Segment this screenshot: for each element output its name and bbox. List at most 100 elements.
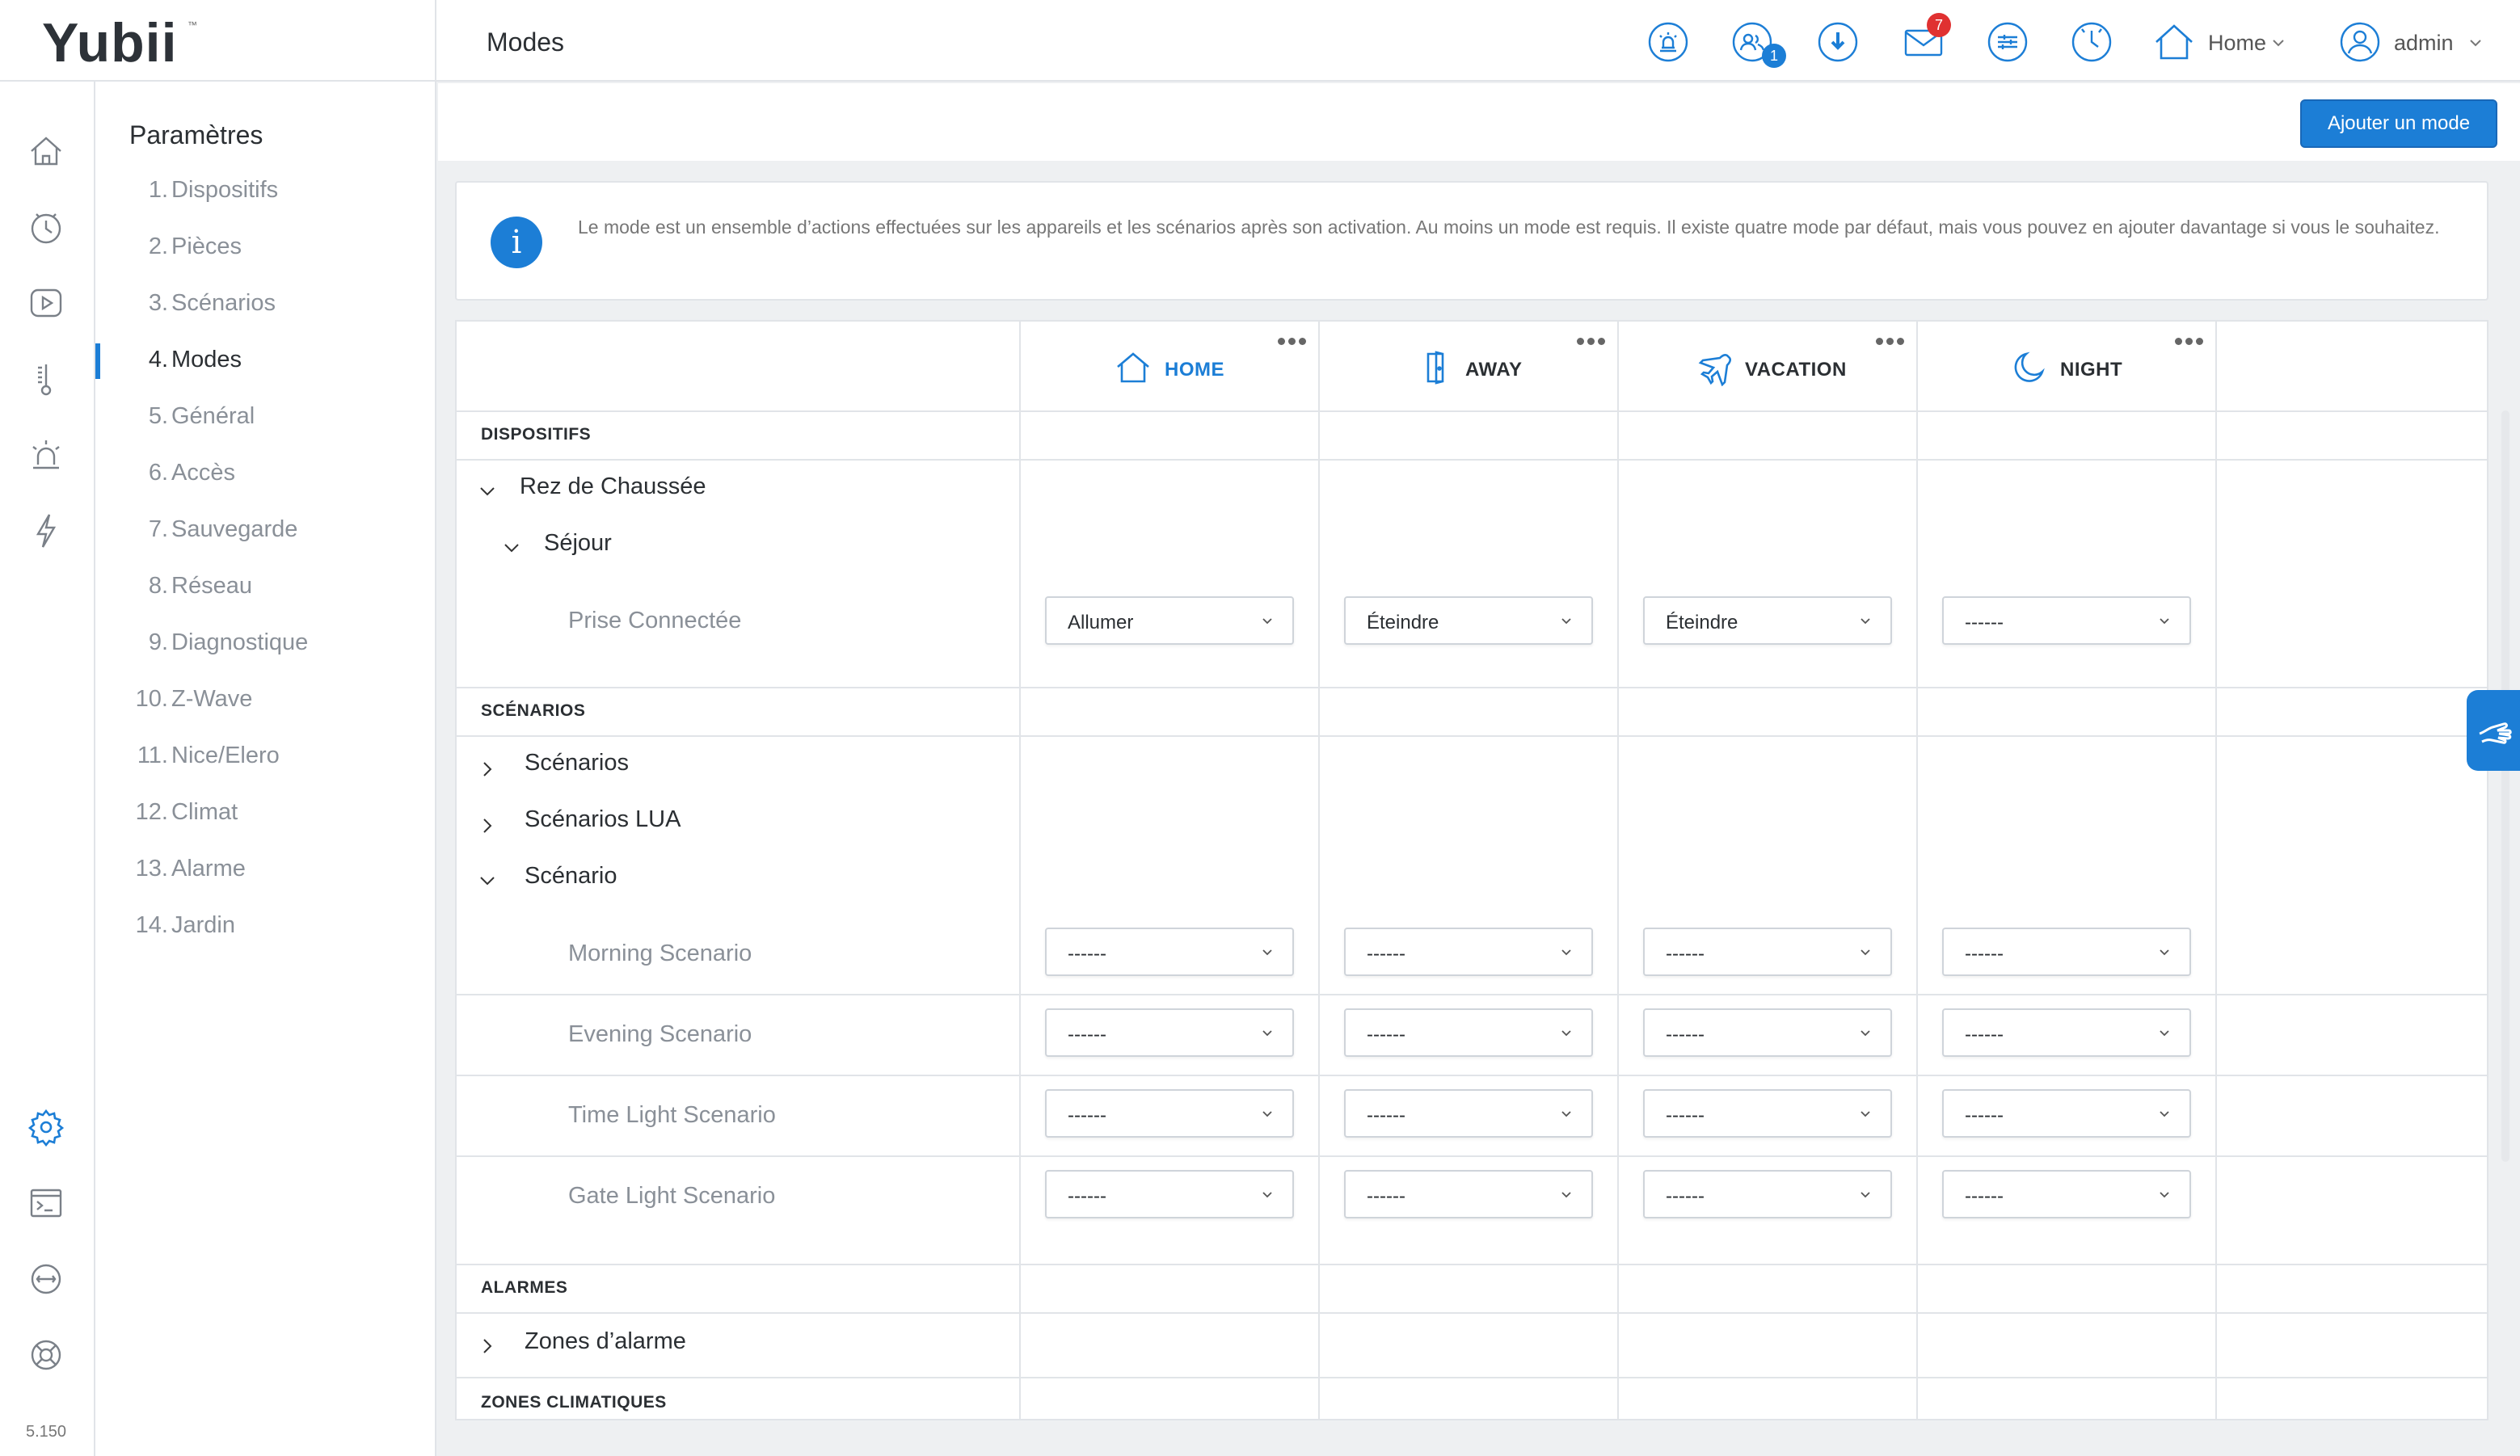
action-select[interactable]: ------ — [1942, 596, 2191, 645]
settings-item-diagnostique[interactable]: 9. Diagnostique — [95, 620, 435, 668]
mode-header-away[interactable]: AWAY — [1320, 338, 1619, 394]
chevron-right-icon[interactable] — [476, 758, 499, 781]
device-row-label: Prise Connectée — [568, 608, 742, 633]
scenario-select[interactable]: ------ — [1344, 928, 1593, 976]
action-select[interactable]: Éteindre — [1344, 596, 1593, 645]
thermometer-icon[interactable] — [27, 360, 65, 398]
scenes-icon[interactable] — [1987, 21, 2029, 63]
select-value: ------ — [1367, 943, 1405, 965]
room-row[interactable]: Séjour — [544, 530, 612, 557]
scenario-select[interactable]: ------ — [1643, 1170, 1892, 1218]
scenario-select[interactable]: ------ — [1942, 928, 2191, 976]
chevron-down-icon[interactable] — [500, 537, 523, 559]
scenario-select[interactable]: ------ — [1643, 1089, 1892, 1138]
item-number: 2. — [148, 234, 168, 259]
settings-item-sauvegarde[interactable]: 7. Sauvegarde — [95, 507, 435, 555]
scenario-select[interactable]: ------ — [1942, 1089, 2191, 1138]
settings-item-zwave[interactable]: 10. Z-Wave — [95, 676, 435, 725]
scenario-select[interactable]: ------ — [1045, 1008, 1294, 1057]
chevron-right-icon[interactable] — [476, 814, 499, 837]
settings-item-pieces[interactable]: 2. Pièces — [95, 224, 435, 272]
more-options-icon[interactable] — [2175, 335, 2210, 345]
select-value: ------ — [1068, 1024, 1106, 1046]
settings-item-acces[interactable]: 6. Accès — [95, 450, 435, 499]
more-options-icon[interactable] — [1876, 335, 1911, 345]
chevron-down-icon[interactable] — [476, 869, 499, 892]
scrollbar[interactable] — [2501, 410, 2509, 1162]
clock-icon[interactable] — [27, 208, 65, 246]
alarm-icon[interactable] — [1647, 21, 1689, 63]
mode-header-home[interactable]: HOME — [1021, 338, 1320, 394]
settings-item-jardin[interactable]: 14. Jardin — [95, 903, 435, 951]
chevron-down-icon[interactable] — [476, 480, 499, 503]
scenario-select[interactable]: ------ — [1045, 1170, 1294, 1218]
user-icon[interactable] — [2339, 21, 2381, 63]
assistant-tab[interactable] — [2467, 690, 2520, 771]
alarm-icon[interactable] — [27, 436, 65, 474]
item-number: 9. — [148, 629, 168, 655]
chevron-down-icon — [1262, 618, 1272, 625]
chevron-down-icon[interactable] — [2468, 36, 2483, 50]
settings-item-alarme[interactable]: 13. Alarme — [95, 846, 435, 894]
user-menu-label[interactable]: admin — [2394, 31, 2454, 56]
chevron-down-icon — [2160, 1030, 2169, 1037]
item-label: Jardin — [171, 912, 235, 938]
scenario-select[interactable]: ------ — [1643, 928, 1892, 976]
network-icon[interactable] — [27, 1260, 65, 1298]
section-scenarios: SCÉNARIOS — [481, 701, 586, 720]
settings-icon[interactable] — [27, 1108, 65, 1147]
scenario-group-row[interactable]: Scénario — [525, 863, 617, 890]
scenario-select[interactable]: ------ — [1942, 1008, 2191, 1057]
mode-header-night[interactable]: NIGHT — [1918, 338, 2217, 394]
row-divider — [457, 1155, 2487, 1157]
scenario-select[interactable]: ------ — [1344, 1008, 1593, 1057]
scenario-group-row[interactable]: Scénarios — [525, 750, 629, 776]
mail-icon[interactable]: 7 — [1903, 13, 1951, 63]
settings-item-nice-elero[interactable]: 11. Nice/Elero — [95, 733, 435, 781]
chevron-right-icon[interactable] — [476, 1335, 499, 1357]
scenario-select[interactable]: ------ — [1942, 1170, 2191, 1218]
settings-item-general[interactable]: 5. Général — [95, 393, 435, 442]
action-select[interactable]: Éteindre — [1643, 596, 1892, 645]
more-options-icon[interactable] — [1577, 335, 1612, 345]
support-icon[interactable] — [27, 1336, 65, 1374]
item-label: Diagnostique — [171, 629, 309, 655]
scenario-row-label: Gate Light Scenario — [568, 1183, 776, 1209]
floor-row[interactable]: Rez de Chaussée — [520, 473, 706, 500]
settings-item-modes[interactable]: 4. Modes — [95, 337, 435, 385]
scenario-select[interactable]: ------ — [1344, 1170, 1593, 1218]
select-value: ------ — [1965, 943, 2004, 965]
more-options-icon[interactable] — [1278, 335, 1313, 345]
scenario-select[interactable]: ------ — [1643, 1008, 1892, 1057]
alarm-zones-row[interactable]: Zones d’alarme — [525, 1328, 686, 1355]
item-number: 5. — [148, 403, 168, 429]
column-divider — [1318, 322, 1320, 1419]
settings-item-reseau[interactable]: 8. Réseau — [95, 563, 435, 612]
settings-item-dispositifs[interactable]: 1. Dispositifs — [95, 167, 435, 216]
scenario-select[interactable]: ------ — [1045, 928, 1294, 976]
home-icon[interactable] — [27, 132, 65, 170]
settings-item-climat[interactable]: 12. Climat — [95, 789, 435, 838]
select-value: ------ — [1367, 1024, 1405, 1046]
scenario-select[interactable]: ------ — [1045, 1089, 1294, 1138]
modes-table: HOME AWAY VACATION NIGHT DISPOSITIFS Rez… — [455, 320, 2488, 1420]
energy-icon[interactable] — [27, 511, 65, 550]
chevron-down-icon — [1561, 1192, 1571, 1198]
action-select[interactable]: Allumer — [1045, 596, 1294, 645]
settings-item-scenarios[interactable]: 3. Scénarios — [95, 280, 435, 329]
chevron-down-icon[interactable] — [2271, 36, 2286, 50]
home-selector-label[interactable]: Home — [2208, 31, 2266, 56]
item-label: Modes — [171, 347, 242, 372]
home-icon[interactable] — [2153, 21, 2195, 63]
clock-icon[interactable] — [2071, 21, 2113, 63]
users-icon[interactable]: 1 — [1731, 21, 1786, 68]
add-mode-button[interactable]: Ajouter un mode — [2300, 99, 2497, 148]
scenario-select[interactable]: ------ — [1344, 1089, 1593, 1138]
scenario-group-row[interactable]: Scénarios LUA — [525, 806, 681, 833]
terminal-icon[interactable] — [27, 1184, 65, 1222]
play-icon[interactable] — [27, 284, 65, 322]
mode-header-vacation[interactable]: VACATION — [1619, 338, 1918, 394]
download-icon[interactable] — [1817, 21, 1859, 63]
logo-area[interactable]: Yubii ™ — [0, 0, 436, 82]
select-value: Éteindre — [1367, 612, 1439, 633]
